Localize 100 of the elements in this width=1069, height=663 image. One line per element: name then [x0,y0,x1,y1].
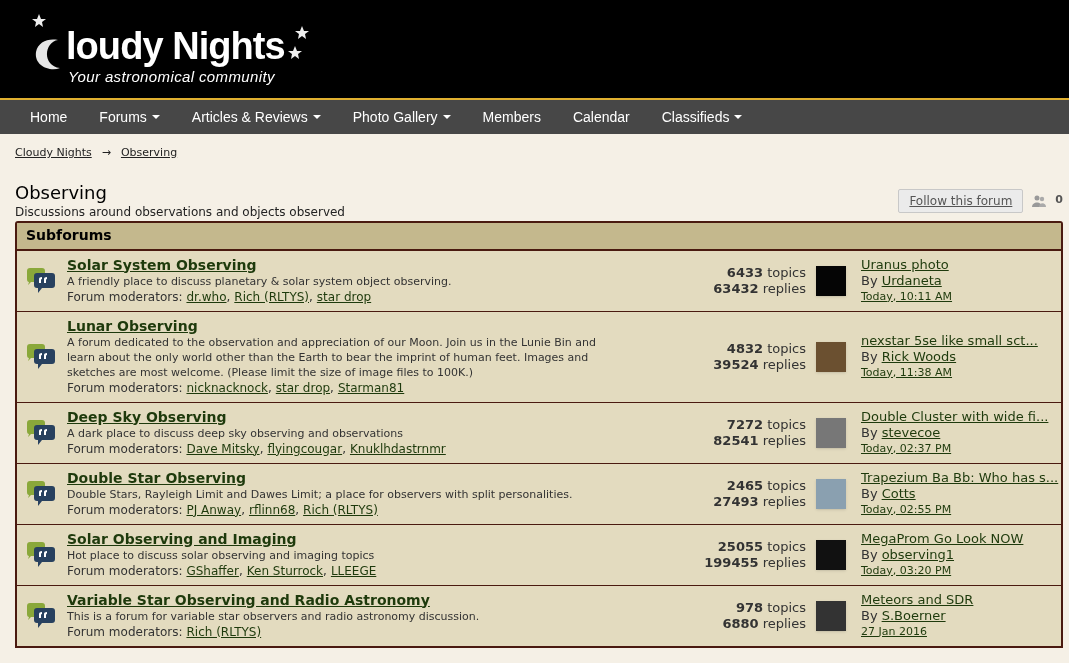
subforum-title-link[interactable]: Lunar Observing [67,317,198,335]
last-post-link[interactable]: MegaProm Go Look NOW [861,530,1024,547]
replies-count: 27493 replies [713,493,806,510]
author-link[interactable]: observing1 [881,546,954,563]
subforums-heading: Subforums [26,226,112,245]
subforum-description: A friendly place to discuss planetary & solar system object observing. [67,273,453,289]
moderator-link[interactable]: flyingcougar [267,440,343,457]
caret-icon [734,115,743,119]
subforum-title-link[interactable]: Variable Star Observing and Radio Astronomy [67,591,430,609]
speech-bubbles-icon [25,479,57,508]
topics-count: 7272 topics [726,416,806,433]
topics-count: 4832 topics [726,340,806,357]
topics-count: 2465 topics [726,477,806,494]
replies-count: 63432 replies [713,280,806,297]
subforum-title-link[interactable]: Solar System Observing [67,256,257,274]
photo-placeholder [816,600,846,631]
moderators-label: Forum moderators: [67,623,183,640]
moderators-label: Forum moderators: [67,501,183,518]
subforum-title-link[interactable]: Deep Sky Observing [67,408,227,426]
author-link[interactable]: Cotts [881,485,916,502]
separator: , [226,288,231,305]
post-time-link[interactable]: Today, 11:38 AM [861,364,953,381]
moderator-link[interactable]: Rich (RLTYS) [186,623,262,640]
breadcrumb-link[interactable]: Observing [120,145,178,162]
breadcrumb-link[interactable]: Cloudy Nights [15,145,92,162]
by-label: By [861,272,878,289]
subforum-description: Double Stars, Rayleigh Limit and Dawes Limit; a place for observers with split personalities. [67,486,574,502]
nav-link[interactable]: Forums [83,100,176,134]
replies-count: 82541 replies [713,432,806,449]
post-time-link[interactable]: Today, 10:11 AM [861,288,953,305]
forum-description: Discussions around observations and objects observed [15,203,345,220]
separator: , [259,440,264,457]
moderator-link[interactable]: Starman81 [337,379,405,396]
follow-button[interactable]: Follow this forum [898,188,1024,213]
separator: , [295,501,300,518]
speech-bubbles-icon [25,540,57,569]
separator: , [309,288,313,305]
separator: , [323,562,327,579]
last-post-link[interactable]: Uranus photo [861,256,949,273]
nav-link[interactable]: Calendar [556,100,646,134]
moderator-link[interactable]: PJ Anway [186,501,242,518]
moderator-link[interactable]: GShaffer [186,562,239,579]
post-time-link[interactable]: 27 Jan 2016 [861,623,927,640]
separator: , [342,440,346,457]
last-post-link[interactable]: Trapezium Ba Bb: Who has s... [861,469,1059,486]
moderator-link[interactable]: Knuklhdastrnmr [349,440,446,457]
post-time-link[interactable]: Today, 03:20 PM [861,562,952,579]
caret-icon [312,115,321,119]
separator: , [238,562,243,579]
logo-text: loudy Nights [66,24,285,68]
nav-link[interactable]: Photo Gallery [336,100,467,134]
replies-count: 6880 replies [722,615,806,632]
nav-link[interactable]: Classifieds [645,100,759,134]
subforum-description: Hot place to discuss solar observing and imaging topics [67,547,376,563]
subforum-title-link[interactable]: Solar Observing and Imaging [67,530,297,548]
speech-bubbles-icon [25,601,57,630]
forum-title: Observing [15,181,108,204]
last-post-link[interactable]: nexstar 5se like small sct... [861,332,1038,349]
moderator-link[interactable]: nicknacknock [186,379,268,396]
caret-icon [151,115,160,119]
subforum-description: This is a forum for variable star observers and radio astronomy discussion. [67,608,481,624]
topics-count: 978 topics [735,599,806,616]
moderators-label: Forum moderators: [67,288,183,305]
topics-count: 25055 topics [717,538,806,555]
moderator-link[interactable]: star drop [316,288,372,305]
by-label: By [861,348,878,365]
nav-link[interactable]: Members [466,100,557,134]
breadcrumb-separator: → [101,145,111,161]
last-post-link[interactable]: Meteors and SDR [861,591,974,608]
nav-link[interactable]: Articles & Reviews [175,100,337,134]
author-link[interactable]: Urdaneta [881,272,942,289]
moderators-label: Forum moderators: [67,562,183,579]
by-label: By [861,424,878,441]
speech-bubbles-icon [25,342,57,371]
moderator-link[interactable]: Dave Mitsky [186,440,260,457]
subforum-title-link[interactable]: Double Star Observing [67,469,246,487]
moderator-link[interactable]: Rich (RLTYS) [303,501,378,518]
caret-icon [442,115,451,119]
by-label: By [861,546,878,563]
subforum-description: A dark place to discuss deep sky observing and observations [67,425,404,441]
moderator-link[interactable]: Rich (RLTYS) [234,288,309,305]
topics-count: 6433 topics [726,264,806,281]
post-time-link[interactable]: Today, 02:55 PM [861,501,952,518]
last-post-link[interactable]: Double Cluster with wide fi... [861,408,1049,425]
moderator-link[interactable]: LLEEGE [330,562,377,579]
author-link[interactable]: stevecoe [881,424,941,441]
by-label: By [861,485,878,502]
replies-count: 39524 replies [713,356,806,373]
author-link[interactable]: Rick Woods [881,348,957,365]
photo-placeholder [816,478,846,509]
separator: , [241,501,245,518]
photo-placeholder [816,341,846,372]
speech-bubbles-icon [25,418,57,447]
photo-placeholder [816,265,846,296]
speech-bubbles-icon [25,266,57,295]
moderators-label: Forum moderators: [67,440,183,457]
author-link[interactable]: S.Boerner [881,607,946,624]
post-time-link[interactable]: Today, 02:37 PM [861,440,952,457]
subforum-description: A forum dedicated to the observation and appreciation of our Moon. Join us in the Lunie Bin and learn about the only world other than the Earth to bear the imprint of human feet. Images and sketches are most welcome. (Please limit the size of image files to 100K.) [67,334,597,380]
nav-link[interactable]: Home [14,100,84,134]
